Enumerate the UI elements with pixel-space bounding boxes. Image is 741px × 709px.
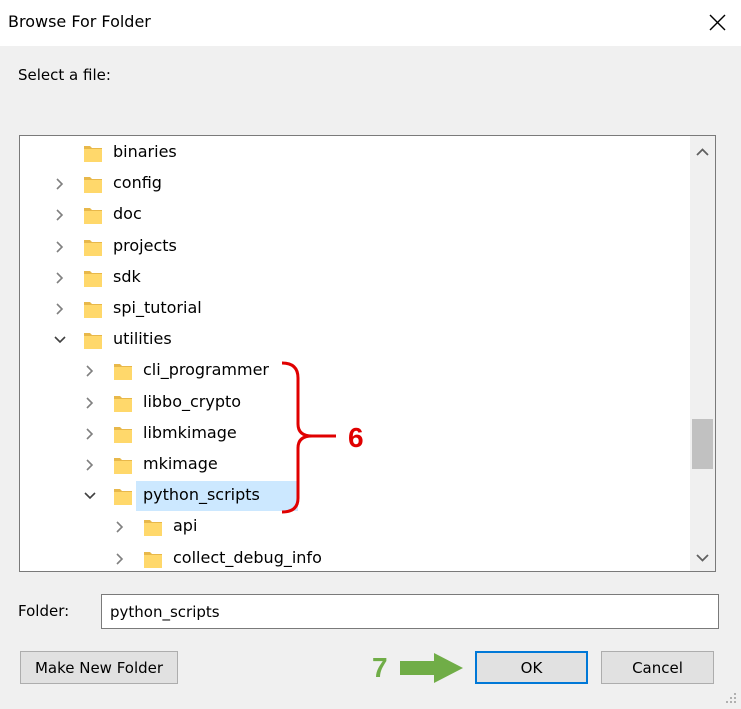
folder-icon: [84, 333, 102, 350]
tree-item-label: config: [113, 173, 162, 193]
tree-item[interactable]: python_scripts: [20, 481, 690, 512]
tree-item-label: spi_tutorial: [113, 298, 202, 317]
title-bar: Browse For Folder: [0, 0, 741, 46]
tree-item-label: api: [173, 516, 198, 536]
tree-item[interactable]: binaries: [20, 138, 690, 168]
annotation-number-6: 6: [348, 422, 364, 453]
folder-icon: [114, 426, 132, 443]
chevron-right-icon[interactable]: [113, 520, 127, 534]
folder-icon: [114, 364, 132, 381]
folder-icon: [84, 177, 102, 194]
chevron-right-icon[interactable]: [83, 427, 97, 441]
folder-icon: [144, 551, 162, 568]
annotation-number-7: 7: [372, 652, 388, 683]
folder-icon: [84, 146, 102, 162]
tree-item-label: doc: [113, 204, 142, 224]
folder-icon: [144, 520, 162, 537]
chevron-right-icon[interactable]: [53, 302, 67, 316]
vertical-scrollbar[interactable]: [690, 136, 715, 571]
close-icon[interactable]: [702, 8, 732, 38]
cancel-button[interactable]: Cancel: [601, 651, 714, 684]
chevron-right-icon[interactable]: [53, 240, 67, 254]
folder-icon: [84, 302, 102, 318]
folder-tree[interactable]: binaries config doc projects sdk spi_tutorial…: [19, 135, 716, 572]
tree-item[interactable]: cli_programmer: [20, 356, 690, 386]
folder-icon: [114, 395, 132, 412]
dialog-title: Browse For Folder: [8, 12, 151, 31]
tree-item-label: collect_debug_info: [173, 547, 322, 567]
resize-grip-icon[interactable]: [722, 689, 738, 705]
annotation-arrow: [400, 653, 463, 683]
tree-item-label: projects: [113, 235, 177, 255]
chevron-down-icon[interactable]: [53, 333, 67, 347]
folder-icon: [114, 489, 132, 506]
tree-item-label: cli_programmer: [143, 360, 269, 380]
tree-item[interactable]: doc: [20, 200, 690, 230]
folder-field-label: Folder:: [18, 602, 70, 620]
make-new-folder-button[interactable]: Make New Folder: [20, 651, 178, 684]
annotation-bracket: [281, 361, 336, 514]
tree-item-label: sdk: [113, 266, 141, 286]
tree-item-label: libmkimage: [143, 422, 237, 442]
tree-item[interactable]: libbo_crypto: [20, 388, 690, 418]
folder-icon: [114, 458, 132, 474]
chevron-right-icon[interactable]: [83, 364, 97, 378]
scrollbar-thumb[interactable]: [692, 419, 713, 469]
chevron-right-icon[interactable]: [83, 458, 97, 472]
scroll-up-arrow-icon[interactable]: [690, 140, 715, 165]
folder-icon: [84, 208, 102, 225]
tree-item[interactable]: mkimage: [20, 450, 690, 480]
chevron-down-icon[interactable]: [83, 489, 97, 503]
tree-item-label: mkimage: [143, 454, 218, 473]
chevron-right-icon[interactable]: [83, 396, 97, 410]
scroll-down-arrow-icon[interactable]: [690, 545, 715, 570]
chevron-right-icon[interactable]: [53, 208, 67, 222]
tree-item[interactable]: config: [20, 169, 690, 199]
prompt-label: Select a file:: [18, 66, 111, 84]
tree-item-label: utilities: [113, 329, 172, 349]
tree-item-label: python_scripts: [143, 485, 260, 505]
tree-item[interactable]: collect_debug_info: [20, 544, 690, 571]
tree-item-label: binaries: [113, 142, 177, 161]
ok-button[interactable]: OK: [475, 651, 588, 684]
chevron-right-icon[interactable]: [53, 177, 67, 191]
folder-icon: [84, 239, 102, 256]
tree-item[interactable]: api: [20, 512, 690, 542]
chevron-right-icon[interactable]: [113, 552, 127, 566]
tree-item[interactable]: sdk: [20, 263, 690, 293]
tree-item-label: libbo_crypto: [143, 391, 242, 411]
folder-icon: [84, 270, 102, 287]
tree-item[interactable]: projects: [20, 232, 690, 262]
tree-item[interactable]: spi_tutorial: [20, 294, 690, 324]
tree-item[interactable]: utilities: [20, 325, 690, 355]
chevron-right-icon[interactable]: [53, 271, 67, 285]
folder-name-input[interactable]: [101, 594, 719, 629]
